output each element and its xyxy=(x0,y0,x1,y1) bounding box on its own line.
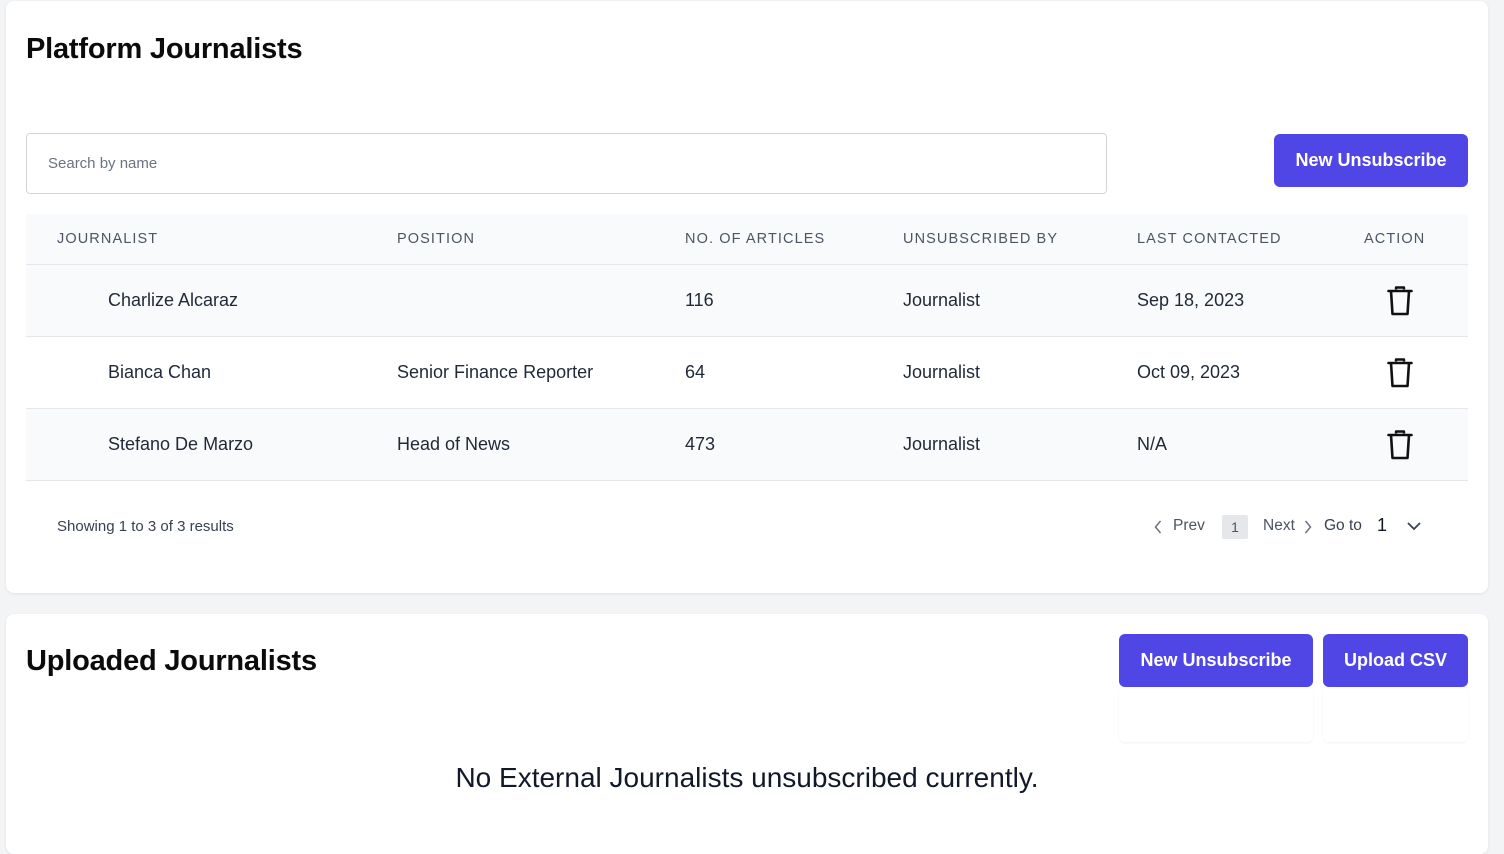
chevron-down-icon[interactable] xyxy=(1406,520,1422,532)
trash-icon[interactable] xyxy=(1387,286,1413,316)
article-count: 116 xyxy=(685,290,714,310)
trash-icon[interactable] xyxy=(1387,358,1413,388)
table-row: Charlize Alcaraz 116 Journalist Sep 18, … xyxy=(26,265,1468,337)
article-count: 64 xyxy=(685,362,706,382)
platform-journalists-title: Platform Journalists xyxy=(26,33,303,65)
empty-state-message: No External Journalists unsubscribed cur… xyxy=(455,762,1039,793)
journalist-name[interactable]: Charlize Alcaraz xyxy=(108,290,238,311)
unsubscribed-by: Journalist xyxy=(903,362,981,382)
chevron-right-icon[interactable] xyxy=(1303,519,1313,535)
button-shadow-panel xyxy=(1119,687,1313,742)
last-contacted: N/A xyxy=(1137,434,1168,454)
column-header-action: ACTION xyxy=(1364,231,1426,247)
journalist-name[interactable]: Bianca Chan xyxy=(108,362,211,383)
journalist-position: Senior Finance Reporter xyxy=(397,362,594,382)
last-contacted: Oct 09, 2023 xyxy=(1137,362,1241,382)
unsubscribed-by: Journalist xyxy=(903,290,981,310)
journalist-name[interactable]: Stefano De Marzo xyxy=(108,434,253,455)
column-header-journalist[interactable]: JOURNALIST xyxy=(57,231,158,247)
current-page-indicator[interactable]: 1 xyxy=(1222,515,1248,539)
column-header-unsubscribed-by[interactable]: UNSUBSCRIBED BY xyxy=(903,231,1058,247)
upload-csv-button[interactable]: Upload CSV xyxy=(1323,634,1468,687)
trash-icon[interactable] xyxy=(1387,430,1413,460)
journalists-table: JOURNALIST POSITION NO. OF ARTICLES UNSU… xyxy=(26,214,1468,481)
next-page-button[interactable]: Next xyxy=(1263,517,1295,535)
column-header-articles[interactable]: NO. OF ARTICLES xyxy=(685,231,825,247)
platform-journalists-card: Platform Journalists New Unsubscribe JOU… xyxy=(6,1,1488,593)
prev-page-button[interactable]: Prev xyxy=(1173,517,1205,535)
uploaded-journalists-title: Uploaded Journalists xyxy=(26,645,317,677)
new-unsubscribe-button[interactable]: New Unsubscribe xyxy=(1119,634,1313,687)
unsubscribed-by: Journalist xyxy=(903,434,981,454)
chevron-left-icon[interactable] xyxy=(1153,519,1163,535)
search-input[interactable] xyxy=(26,133,1107,194)
journalist-position: Head of News xyxy=(397,434,511,454)
table-row: Bianca Chan Senior Finance Reporter 64 J… xyxy=(26,337,1468,409)
column-header-position[interactable]: POSITION xyxy=(397,231,475,247)
last-contacted: Sep 18, 2023 xyxy=(1137,290,1245,310)
button-shadow-panel xyxy=(1323,687,1468,742)
goto-page-select[interactable]: 1 xyxy=(1377,515,1387,536)
table-header: JOURNALIST POSITION NO. OF ARTICLES UNSU… xyxy=(26,214,1468,265)
results-summary: Showing 1 to 3 of 3 results xyxy=(57,518,234,535)
table-row: Stefano De Marzo Head of News 473 Journa… xyxy=(26,409,1468,481)
article-count: 473 xyxy=(685,434,716,454)
column-header-last-contacted[interactable]: LAST CONTACTED xyxy=(1137,231,1282,247)
goto-label: Go to xyxy=(1324,517,1362,534)
uploaded-journalists-card: Uploaded Journalists New Unsubscribe Upl… xyxy=(6,614,1488,854)
new-unsubscribe-button[interactable]: New Unsubscribe xyxy=(1274,134,1468,187)
